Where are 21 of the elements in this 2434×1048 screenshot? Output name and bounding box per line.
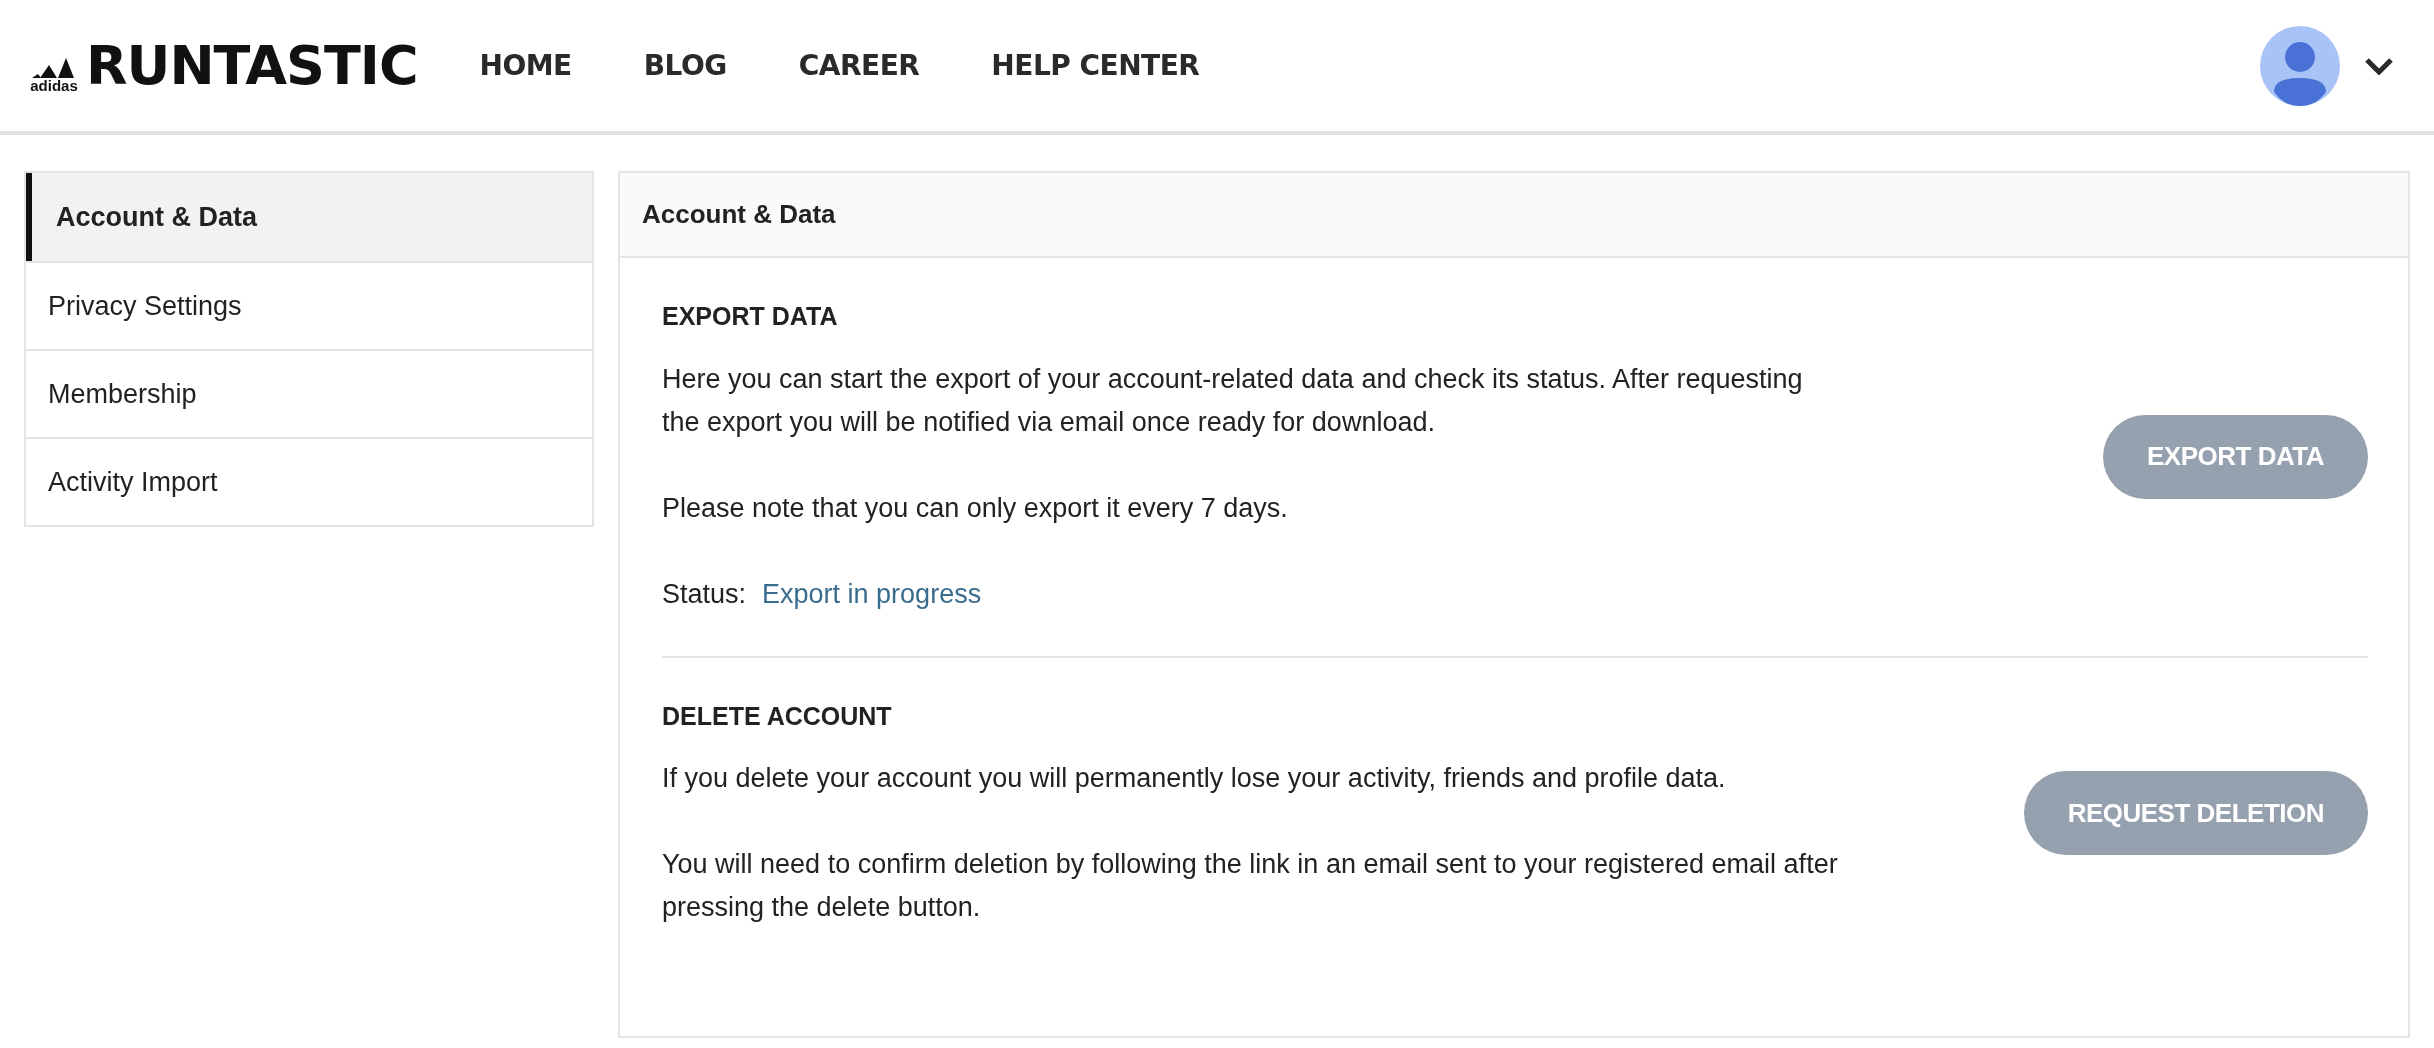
section-heading: DELETE ACCOUNT [662, 700, 893, 732]
paragraph: If you delete your account you will permanently lose your activity, friends and profile data. [662, 762, 1727, 795]
status-label: Status: [662, 577, 747, 611]
brand-subtext: adidas [30, 77, 78, 93]
nav-link[interactable]: HELP CENTER [991, 44, 1200, 87]
section-heading: EXPORT DATA [662, 301, 839, 332]
sidebar-item[interactable]: Membership [26, 349, 592, 437]
nav-link[interactable]: BLOG [643, 44, 727, 87]
panel-title: Account & Data [620, 173, 2408, 258]
nav-link[interactable]: CAREER [798, 44, 920, 87]
sidebar-item[interactable]: Activity Import [26, 437, 592, 525]
status-value: Export in progress [762, 577, 982, 611]
paragraph: Please note that you can only export it every 7 days. [662, 491, 1289, 525]
chevron-down-icon[interactable] [2364, 56, 2394, 75]
sidebar-item[interactable]: Account & Data [26, 173, 592, 261]
brand-logo[interactable]: RUNTASTIC [86, 38, 418, 93]
nav-link[interactable]: HOME [479, 44, 572, 87]
sidebar-item[interactable]: Privacy Settings [26, 261, 592, 349]
avatar-icon[interactable] [2260, 25, 2340, 106]
paragraph: Here you can start the export of your account-related data and check its status. After requesting the export you will be notified via email once ready for download. [662, 362, 1804, 439]
paragraph: You will need to confirm deletion by following the link in an email sent to your registered email after pressing the delete button. [662, 848, 1839, 924]
